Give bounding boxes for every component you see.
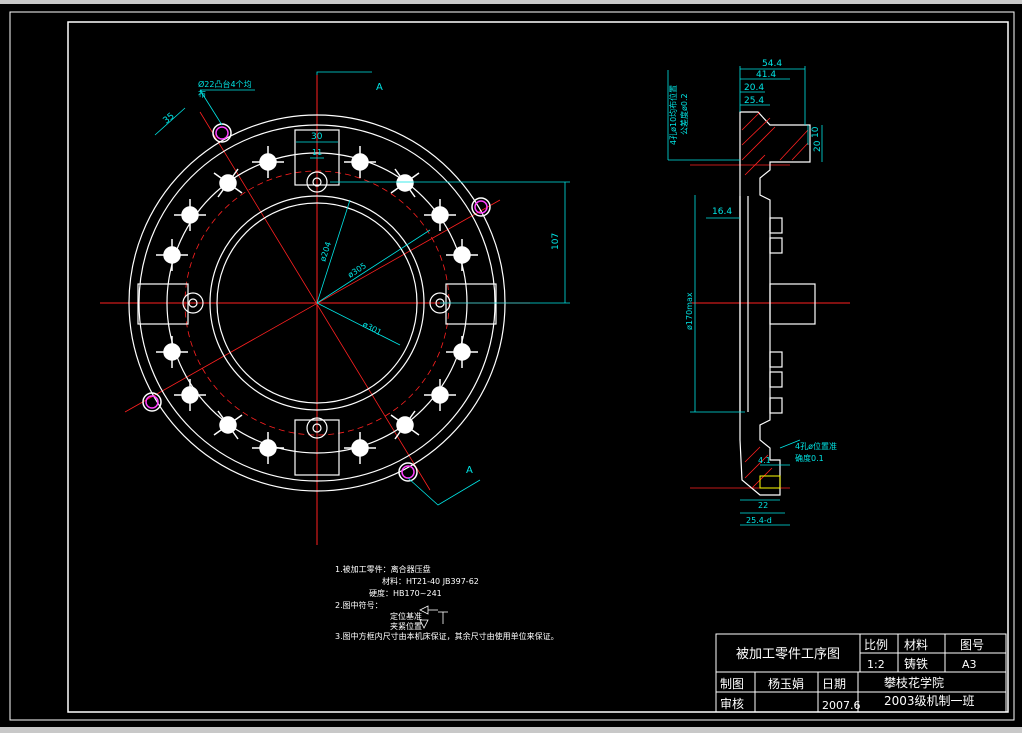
note-3: 3.图中方框内尺寸由本机床保证，其余尺寸由使用单位来保证。 (335, 631, 559, 641)
dim-35: 35 (162, 111, 177, 126)
dim-54-4: 54.4 (762, 59, 782, 69)
inner-frame (67, 21, 1009, 713)
note-1-title: 1.被加工零件：离合器压盘 (335, 564, 431, 574)
dim-20: 20 (813, 140, 823, 152)
material-label: 材料 (904, 638, 928, 652)
drawing-no-value: A3 (962, 658, 977, 671)
view-label-a-bottom: A (466, 465, 473, 476)
side-hub (769, 283, 816, 325)
dim-107: 107 (551, 233, 561, 250)
note-2-title: 2.图中符号： (335, 600, 383, 610)
dim-20-4: 20.4 (744, 83, 764, 93)
title-block-text: 被加工零件工序图 比例 1:2 材料 铸铁 图号 A3 制图 杨玉娟 日期 20… (720, 638, 984, 712)
dim-11: 11 (312, 148, 322, 157)
status-bar (0, 727, 1022, 733)
scale-value: 1:2 (867, 658, 885, 671)
dim-41-4: 41.4 (756, 70, 776, 80)
hole-callout-2: 布 (198, 89, 206, 99)
drawing-no-label: 图号 (960, 638, 984, 652)
drawn-label: 制图 (720, 677, 744, 691)
note-symbols (419, 605, 448, 629)
date-label: 日期 (822, 677, 846, 691)
side-yellow-hole (759, 475, 781, 489)
drawn-value: 杨玉娟 (768, 676, 804, 691)
material-value: 铸铁 (904, 656, 928, 671)
review-label: 审核 (720, 696, 744, 711)
side-note-right-1: 4孔ø位置准 (795, 441, 837, 451)
dim-10: 10 (811, 126, 821, 138)
school-name: 攀枝花学院 (884, 675, 944, 690)
center-line-diag-1 (124, 199, 501, 413)
side-dim-text: 54.4 41.4 20.4 25.4 10 20 16.4 ø170max 4… (668, 59, 837, 525)
dim-301: ø301 (361, 320, 383, 337)
lug-left (137, 283, 189, 325)
scale-label: 比例 (864, 638, 888, 652)
dim-30: 30 (311, 132, 323, 142)
view-label-a-top: A (376, 82, 383, 93)
class-name: 2003级机制一班 (884, 694, 975, 708)
hole-callout-1: Ø22凸台4个均 (198, 79, 252, 89)
note-2-locate: 定位基准 (390, 611, 422, 621)
technical-notes: 1.被加工零件：离合器压盘 材料：HT21-40 JB397-62 硬度：HB1… (335, 564, 559, 641)
dim-4-1: 4.1 (758, 456, 771, 465)
side-note-vertical-2: 公差度ø0.2 (679, 93, 689, 135)
dim-170: ø170max (685, 292, 694, 330)
note-2-clamp: 夹紧位置 (390, 621, 422, 631)
window-top-bar (0, 0, 1022, 4)
title-name: 被加工零件工序图 (736, 647, 840, 662)
dim-25-4b: 25.4-d (746, 516, 772, 525)
lug-right (445, 283, 497, 325)
note-1-material: 材料：HT21-40 JB397-62 (382, 576, 479, 586)
side-note-right-2: 确度0.1 (795, 453, 824, 463)
dim-16-4: 16.4 (712, 207, 732, 217)
date-value: 2007.6 (822, 699, 861, 712)
side-note-vertical-1: 4孔ø10均布位置 (668, 85, 678, 145)
side-hatching (741, 111, 809, 489)
note-1-hardness: 硬度：HB170~241 (369, 588, 442, 598)
dim-25-4: 25.4 (744, 96, 764, 106)
dim-22: 22 (758, 501, 768, 510)
side-view (690, 111, 850, 496)
drawing-sheet: A A Ø22凸台4个均 布 35 30 11 107 ø204 ø305 ø3… (9, 11, 1015, 721)
